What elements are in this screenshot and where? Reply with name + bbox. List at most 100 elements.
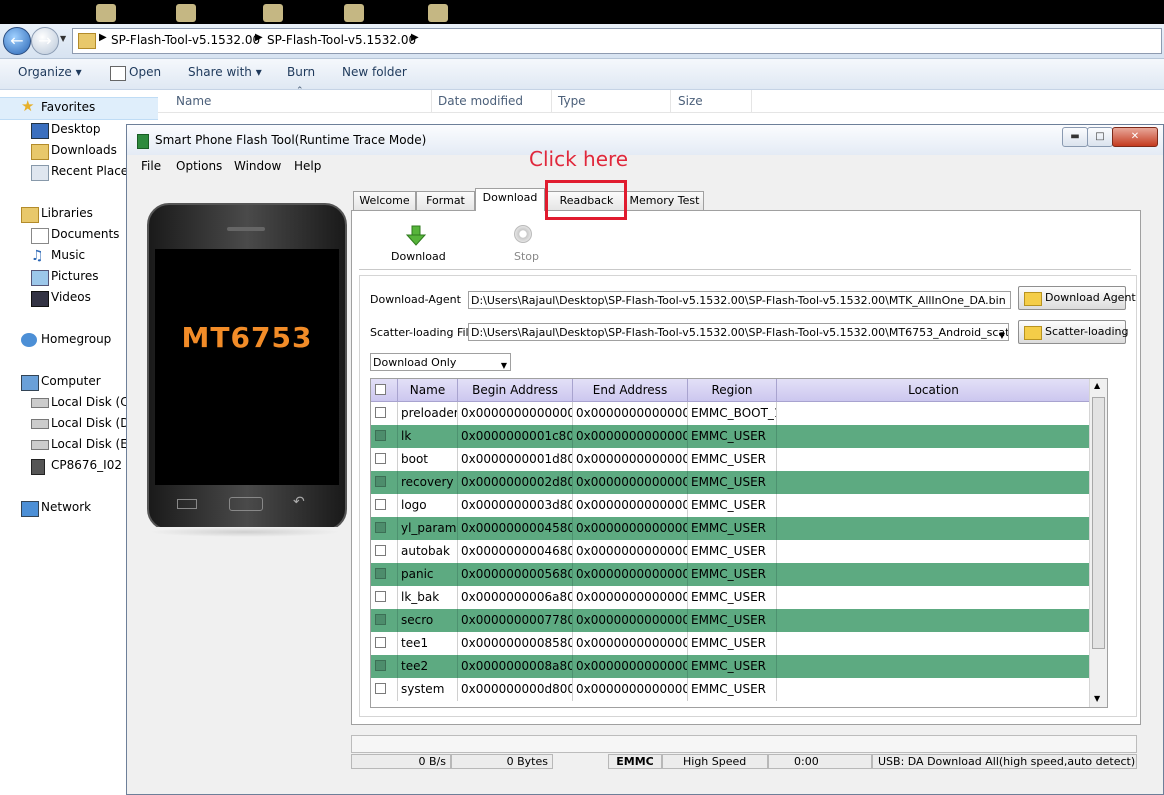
column-type[interactable]: Type: [558, 94, 586, 108]
tab-welcome[interactable]: Welcome: [353, 191, 416, 210]
table-row[interactable]: autobak0x00000000046800000x0000000000000…: [371, 540, 1091, 563]
nav-downloads[interactable]: Downloads: [51, 143, 117, 157]
table-row[interactable]: tee10x00000000085800000x0000000000000000…: [371, 632, 1091, 655]
location-cell: [777, 425, 1091, 448]
scroll-up-icon[interactable]: ▲: [1094, 381, 1100, 390]
table-row[interactable]: boot0x0000000001d800000x0000000000000000…: [371, 448, 1091, 471]
nav-recent-places[interactable]: Recent Places: [51, 164, 134, 178]
back-button[interactable]: ←: [3, 27, 31, 55]
scroll-down-icon[interactable]: ▼: [1094, 694, 1100, 703]
end-address-cell: 0x0000000000000000: [573, 540, 688, 563]
mode-select[interactable]: Download Only ▼: [370, 353, 511, 371]
breadcrumb-item[interactable]: SP-Flash-Tool-v5.1532.00: [111, 33, 260, 47]
minimize-button[interactable]: ▬: [1062, 127, 1088, 147]
nav-device[interactable]: CP8676_I02: [51, 458, 122, 472]
begin-address-cell: 0x000000000d800000: [458, 678, 573, 701]
row-checkbox[interactable]: [375, 614, 386, 625]
row-checkbox[interactable]: [375, 637, 386, 648]
location-cell: [777, 632, 1091, 655]
table-row[interactable]: lk0x0000000001c800000x0000000000000000EM…: [371, 425, 1091, 448]
table-row[interactable]: tee20x0000000008a800000x0000000000000000…: [371, 655, 1091, 678]
nav-music[interactable]: Music: [51, 248, 85, 262]
select-all-checkbox[interactable]: [375, 384, 386, 395]
header-name[interactable]: Name: [398, 379, 458, 402]
scrollbar-thumb[interactable]: [1092, 397, 1105, 649]
row-checkbox[interactable]: [375, 545, 386, 556]
breadcrumb-item[interactable]: SP-Flash-Tool-v5.1532.00: [267, 33, 416, 47]
region-cell: EMMC_USER: [688, 425, 777, 448]
tab-format[interactable]: Format: [416, 191, 475, 210]
nav-libraries[interactable]: Libraries: [41, 206, 93, 220]
location-cell: [777, 563, 1091, 586]
recent-pages-dropdown[interactable]: ▼: [60, 34, 66, 43]
row-checkbox[interactable]: [375, 430, 386, 441]
maximize-button[interactable]: □: [1087, 127, 1113, 147]
table-row[interactable]: system0x000000000d8000000x00000000000000…: [371, 678, 1091, 701]
forward-button[interactable]: →: [31, 27, 59, 55]
location-cell: [777, 402, 1091, 425]
row-checkbox[interactable]: [375, 407, 386, 418]
close-button[interactable]: ✕: [1112, 127, 1158, 147]
row-select-cell: [371, 517, 398, 540]
nav-favorites[interactable]: Favorites: [41, 100, 95, 114]
path-box[interactable]: ▶ SP-Flash-Tool-v5.1532.00 ▶ SP-Flash-To…: [72, 28, 1162, 54]
location-cell: [777, 540, 1091, 563]
nav-disk-c[interactable]: Local Disk (C:): [51, 395, 137, 409]
scatter-loading-button[interactable]: Scatter-loading: [1018, 320, 1128, 344]
table-row[interactable]: logo0x0000000003d800000x0000000000000000…: [371, 494, 1091, 517]
share-with-menu[interactable]: Share with ▾: [188, 65, 262, 79]
row-checkbox[interactable]: [375, 568, 386, 579]
column-date-modified[interactable]: Date modified: [438, 94, 523, 108]
nav-documents[interactable]: Documents: [51, 227, 119, 241]
menu-help[interactable]: Help: [294, 159, 321, 173]
stop-button[interactable]: Stop: [514, 250, 539, 263]
table-row[interactable]: secro0x00000000077800000x000000000000000…: [371, 609, 1091, 632]
header-location[interactable]: Location: [777, 379, 1091, 402]
tab-download[interactable]: Download: [475, 188, 545, 211]
table-row[interactable]: recovery0x0000000002d800000x000000000000…: [371, 471, 1091, 494]
burn-button[interactable]: Burn: [287, 65, 315, 79]
download-agent-button[interactable]: Download Agent: [1018, 286, 1136, 310]
vertical-scrollbar[interactable]: ▲ ▼: [1089, 379, 1107, 707]
row-checkbox[interactable]: [375, 591, 386, 602]
menu-file[interactable]: File: [141, 159, 161, 173]
download-button[interactable]: Download: [391, 250, 446, 263]
row-checkbox[interactable]: [375, 660, 386, 671]
header-begin-address[interactable]: Begin Address: [458, 379, 573, 402]
header-region[interactable]: Region: [688, 379, 777, 402]
table-row[interactable]: preloader0x00000000000000000x00000000000…: [371, 402, 1091, 425]
region-cell: EMMC_USER: [688, 563, 777, 586]
nav-videos[interactable]: Videos: [51, 290, 91, 304]
table-row[interactable]: lk_bak0x0000000006a800000x00000000000000…: [371, 586, 1091, 609]
partition-name-cell: autobak: [398, 540, 458, 563]
nav-computer[interactable]: Computer: [41, 374, 101, 388]
column-name[interactable]: Name: [176, 94, 211, 108]
nav-homegroup[interactable]: Homegroup: [41, 332, 111, 346]
row-checkbox[interactable]: [375, 499, 386, 510]
download-agent-field[interactable]: D:\Users\Rajaul\Desktop\SP-Flash-Tool-v5…: [468, 291, 1011, 309]
column-size[interactable]: Size: [678, 94, 703, 108]
row-checkbox[interactable]: [375, 453, 386, 464]
menu-options[interactable]: Options: [176, 159, 222, 173]
begin-address-cell: 0x0000000004580000: [458, 517, 573, 540]
stop-icon[interactable]: [514, 225, 532, 243]
nav-pictures[interactable]: Pictures: [51, 269, 99, 283]
open-button[interactable]: Open: [129, 65, 161, 79]
table-row[interactable]: panic0x00000000056800000x000000000000000…: [371, 563, 1091, 586]
download-arrow-icon[interactable]: [405, 225, 427, 247]
organize-menu[interactable]: Organize ▾: [18, 65, 82, 79]
row-checkbox[interactable]: [375, 683, 386, 694]
tab-memory-test[interactable]: Memory Test: [625, 191, 704, 210]
sort-up-icon: ⌃: [296, 86, 304, 96]
new-folder-button[interactable]: New folder: [342, 65, 407, 79]
row-checkbox[interactable]: [375, 476, 386, 487]
nav-network[interactable]: Network: [41, 500, 91, 514]
row-checkbox[interactable]: [375, 522, 386, 533]
select-all-header[interactable]: [371, 379, 398, 402]
nav-desktop[interactable]: Desktop: [51, 122, 101, 136]
menu-window[interactable]: Window: [234, 159, 281, 173]
table-row[interactable]: yl_params0x00000000045800000x00000000000…: [371, 517, 1091, 540]
nav-disk-e[interactable]: Local Disk (E:): [51, 437, 137, 451]
scatter-file-select[interactable]: D:\Users\Rajaul\Desktop\SP-Flash-Tool-v5…: [468, 323, 1009, 341]
header-end-address[interactable]: End Address: [573, 379, 688, 402]
